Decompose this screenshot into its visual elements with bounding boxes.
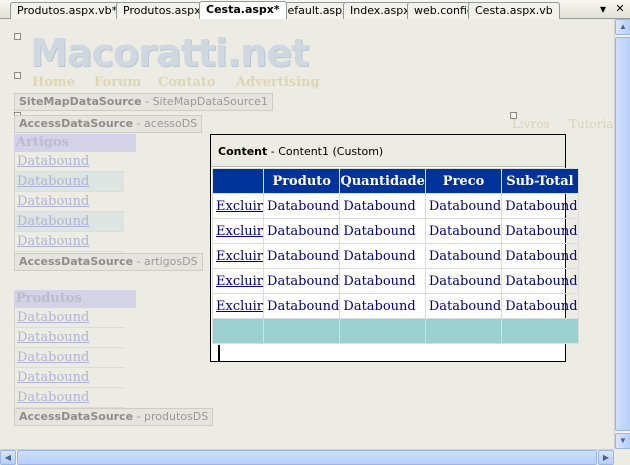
- artigos-grid: Artigos Databound Databound Databound Da…: [14, 134, 136, 252]
- grid-cell: Databound: [14, 388, 124, 408]
- vertical-scrollbar[interactable]: ▲ ▼: [614, 19, 630, 449]
- produtos-datasource: AccessDataSource - produtosDS: [14, 408, 214, 426]
- acesso-datasource: AccessDataSource - acessoDS: [14, 115, 203, 133]
- tab-produtos-aspx-vb[interactable]: Produtos.aspx.vb*: [10, 2, 125, 19]
- footer-cell: [211, 318, 265, 344]
- table-row: Excluir Databound Databound Databound Da…: [211, 193, 579, 219]
- datasource-type: AccessDataSource: [19, 117, 134, 130]
- subtotal-cell: Databound: [501, 243, 579, 269]
- produto-cell: Databound: [263, 243, 341, 269]
- control-glyph-icon: [14, 33, 21, 40]
- quantidade-cell: Databound: [339, 268, 426, 294]
- tab-cesta-aspx[interactable]: Cesta.aspx*: [199, 1, 287, 19]
- grid-cell: Databound: [14, 152, 124, 172]
- subtotal-cell: Databound: [501, 193, 579, 219]
- grid-cell: Databound: [14, 348, 124, 368]
- excluir-link[interactable]: Excluir: [211, 243, 265, 269]
- scroll-up-icon[interactable]: ▲: [615, 19, 630, 35]
- footer-cell: [424, 318, 503, 344]
- datasource-type: AccessDataSource: [19, 410, 134, 423]
- quantidade-cell: Databound: [339, 193, 426, 219]
- scrollbar-corner: [614, 449, 630, 464]
- grid-cell: Databound: [14, 172, 124, 192]
- site-logo: Macoratti.net: [30, 31, 309, 75]
- col-header-subtotal: Sub-Total: [501, 168, 579, 194]
- col-header-quantidade: Quantidade: [339, 168, 426, 194]
- preco-cell: Databound: [424, 218, 503, 244]
- subtotal-cell: Databound: [501, 293, 579, 319]
- preco-cell: Databound: [424, 193, 503, 219]
- preco-cell: Databound: [424, 268, 503, 294]
- quantidade-cell: Databound: [339, 293, 426, 319]
- quantidade-cell: Databound: [339, 243, 426, 269]
- close-document-icon[interactable]: ✕: [613, 1, 627, 17]
- excluir-link[interactable]: Excluir: [211, 218, 265, 244]
- link-tutoriais: Tutoriais: [569, 117, 614, 131]
- tab-cesta-aspx-vb[interactable]: Cesta.aspx.vb: [468, 2, 560, 19]
- link-livros: Livros: [512, 117, 550, 131]
- control-glyph-icon: [14, 72, 21, 79]
- horizontal-scrollbar[interactable]: ◀ ▶: [0, 449, 614, 465]
- content-placeholder[interactable]: Content - Content1 (Custom) Produto Quan…: [210, 134, 579, 362]
- grid-cell: Databound: [14, 192, 124, 212]
- footer-cell: [339, 318, 426, 344]
- produtos-grid: Produtos Databound Databound Databound D…: [14, 290, 136, 408]
- horizontal-scroll-thumb[interactable]: [17, 450, 597, 465]
- table-row: Excluir Databound Databound Databound Da…: [211, 293, 579, 319]
- excluir-link[interactable]: Excluir: [211, 293, 265, 319]
- tab-list-dropdown-icon[interactable]: ▾: [596, 1, 610, 17]
- grid-cell: Databound: [14, 328, 124, 348]
- cart-gridview[interactable]: Produto Quantidade Preco Sub-Total Exclu…: [211, 168, 579, 344]
- datasource-type: SiteMapDataSource: [19, 95, 142, 108]
- col-header-produto: Produto: [263, 168, 341, 194]
- document-tab-bar: Produtos.aspx.vb* Produtos.aspx* Cesta.a…: [0, 0, 630, 19]
- grid-footer-row: [211, 318, 579, 344]
- col-header-preco: Preco: [424, 168, 503, 194]
- content-header: Content - Content1 (Custom): [211, 135, 565, 167]
- produto-cell: Databound: [263, 268, 341, 294]
- col-header-delete: [211, 168, 265, 194]
- excluir-link[interactable]: Excluir: [211, 268, 265, 294]
- grid-cell: Databound: [14, 368, 124, 388]
- datasource-type: AccessDataSource: [19, 255, 134, 268]
- produtos-grid-header: Produtos: [14, 290, 136, 308]
- preco-cell: Databound: [424, 243, 503, 269]
- sitemap-datasource: SiteMapDataSource - SiteMapDataSource1: [14, 93, 273, 111]
- nav-advertising: Advertising: [236, 75, 320, 90]
- preco-cell: Databound: [424, 293, 503, 319]
- datasource-id: - SiteMapDataSource1: [141, 95, 268, 108]
- table-row: Excluir Databound Databound Databound Da…: [211, 243, 579, 269]
- grid-cell: Databound: [14, 212, 124, 232]
- content-subtitle: - Content1 (Custom): [267, 145, 384, 158]
- text-caret: [218, 345, 220, 361]
- scroll-right-icon[interactable]: ▶: [598, 450, 614, 465]
- footer-cell: [263, 318, 341, 344]
- scroll-down-icon[interactable]: ▼: [615, 433, 630, 449]
- scroll-left-icon[interactable]: ◀: [0, 450, 16, 465]
- grid-cell: Databound: [14, 308, 124, 328]
- datasource-id: - acessoDS: [133, 117, 198, 130]
- footer-cell: [501, 318, 579, 344]
- table-row: Excluir Databound Databound Databound Da…: [211, 268, 579, 294]
- content-title: Content: [218, 145, 268, 158]
- vertical-scroll-thumb[interactable]: [615, 37, 630, 431]
- excluir-link[interactable]: Excluir: [211, 193, 265, 219]
- tab-index-aspx[interactable]: Index.aspx: [343, 2, 417, 19]
- design-surface[interactable]: Macoratti.net Home Forum Contato Adverti…: [0, 19, 614, 449]
- artigos-grid-header: Artigos: [14, 134, 136, 152]
- produto-cell: Databound: [263, 193, 341, 219]
- artigos-datasource: AccessDataSource - artigosDS: [14, 253, 203, 271]
- table-row: Excluir Databound Databound Databound Da…: [211, 218, 579, 244]
- subtotal-cell: Databound: [501, 268, 579, 294]
- nav-contato: Contato: [158, 75, 216, 90]
- grid-cell: Databound: [14, 232, 124, 252]
- subtotal-cell: Databound: [501, 218, 579, 244]
- produto-cell: Databound: [263, 218, 341, 244]
- quantidade-cell: Databound: [339, 218, 426, 244]
- datasource-id: - artigosDS: [133, 255, 198, 268]
- datasource-id: - produtosDS: [133, 410, 209, 423]
- produto-cell: Databound: [263, 293, 341, 319]
- nav-home: Home: [32, 75, 75, 90]
- nav-forum: Forum: [94, 75, 142, 90]
